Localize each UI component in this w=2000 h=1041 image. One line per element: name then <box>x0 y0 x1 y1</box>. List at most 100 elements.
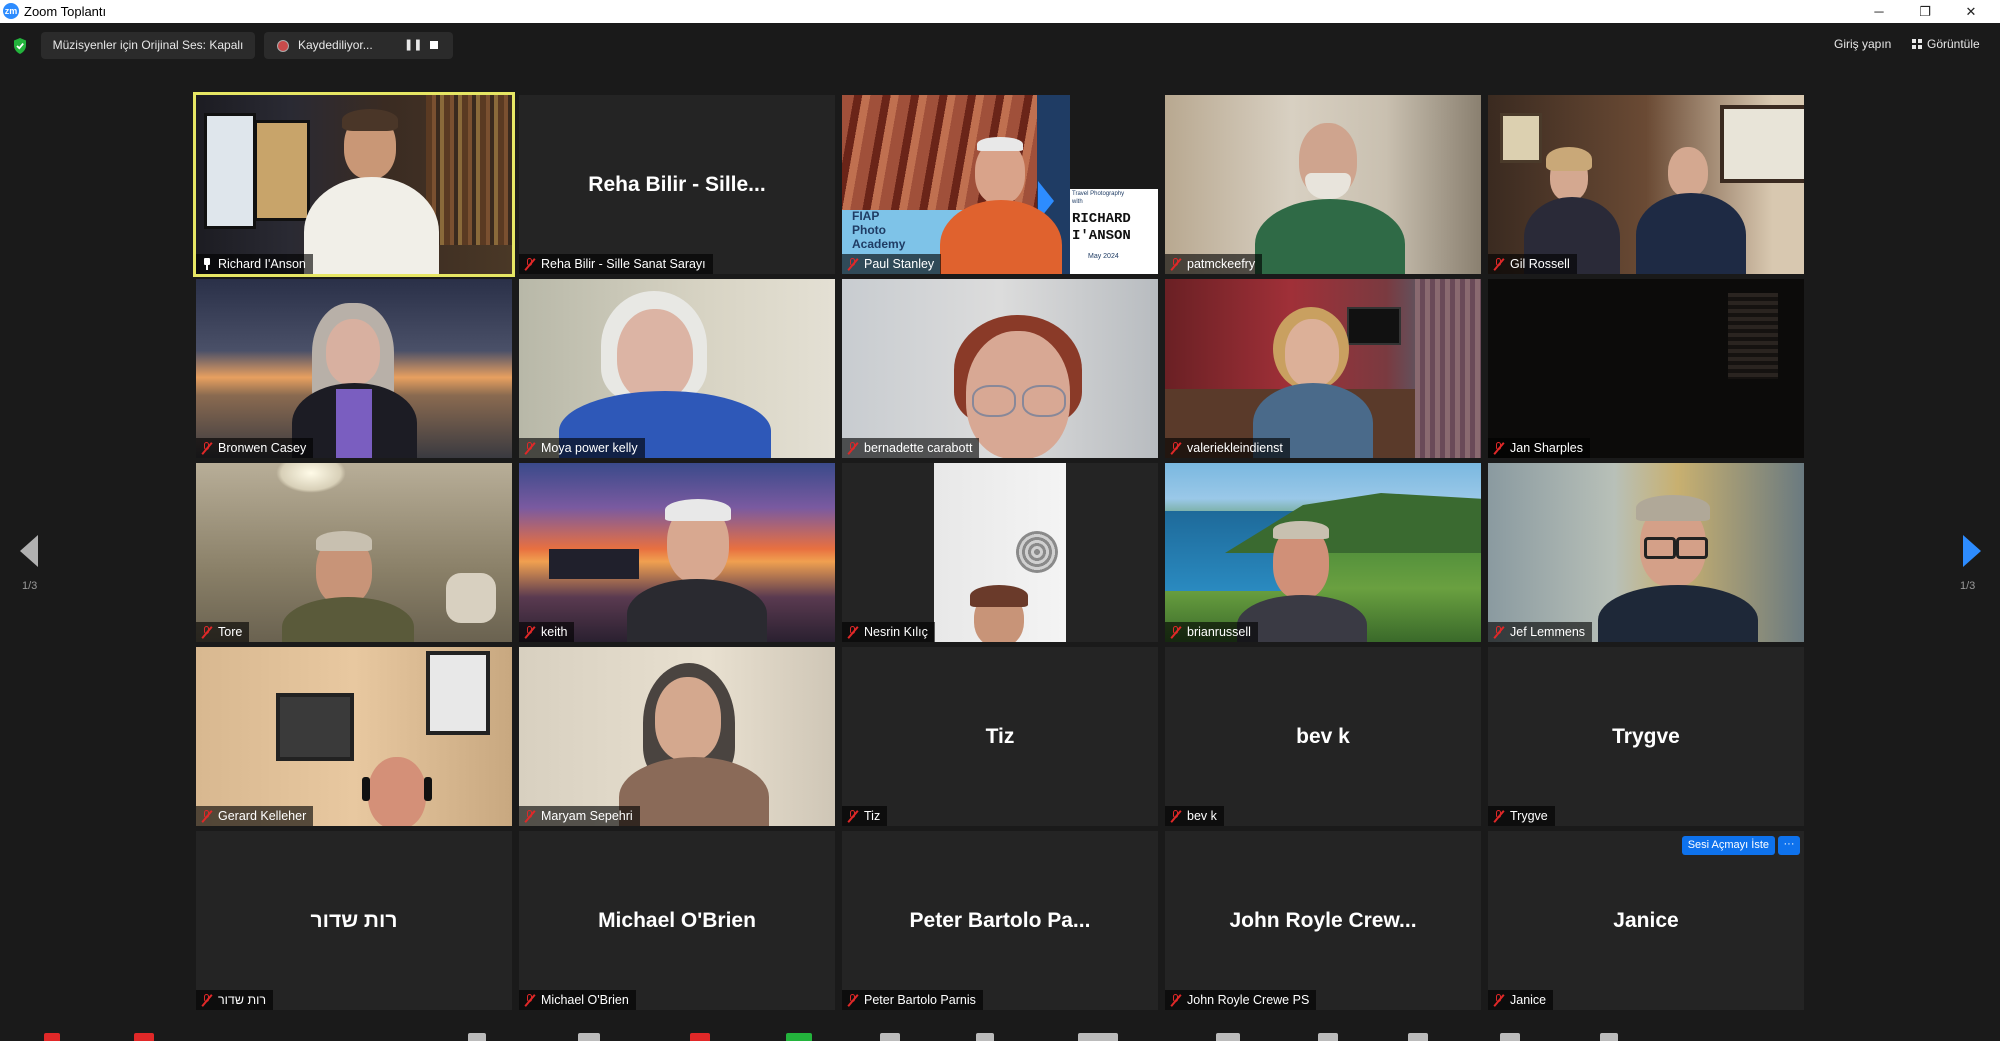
notes-icon[interactable] <box>1318 1033 1338 1041</box>
participant-video <box>519 463 835 642</box>
participant-display-name: bev k <box>1296 724 1350 748</box>
participant-name: Tore <box>218 625 243 639</box>
participant-name-tag: Nesrin Kılıç <box>842 622 935 642</box>
participant-tile[interactable]: Tiz Tiz <box>842 647 1158 826</box>
participant-tile[interactable]: Jan Sharples <box>1488 279 1804 458</box>
previous-page-arrow-icon[interactable] <box>20 535 38 567</box>
participant-name-tag: Janice <box>1488 990 1554 1010</box>
record-icon[interactable] <box>880 1033 900 1041</box>
pin-icon <box>202 258 212 270</box>
ask-to-unmute-button[interactable]: Sesi Açmayı İste <box>1681 836 1775 855</box>
original-audio-toggle[interactable]: Müzisyenler için Orijinal Ses: Kapalı <box>41 32 255 59</box>
participant-tile[interactable]: Maryam Sepehri <box>519 647 835 826</box>
participant-name-tag: Maryam Sepehri <box>519 806 640 826</box>
more-options-button[interactable]: ··· <box>1778 836 1800 855</box>
view-label: Görüntüle <box>1927 37 1980 51</box>
mic-muted-icon <box>847 626 859 638</box>
participant-tile[interactable]: Trygve Trygve <box>1488 647 1804 826</box>
participant-tile[interactable]: Peter Bartolo Pa... Peter Bartolo Parnis <box>842 831 1158 1010</box>
mic-muted-icon <box>1170 994 1182 1006</box>
participant-tile[interactable]: Gerard Kelleher <box>196 647 512 826</box>
participant-name: bev k <box>1187 809 1217 823</box>
whiteboards-icon[interactable] <box>1216 1033 1240 1041</box>
participant-name-tag: Paul Stanley <box>842 254 942 274</box>
slide-text: I'ANSON <box>1072 228 1131 244</box>
reactions-icon[interactable] <box>976 1033 994 1041</box>
ai-companion-icon[interactable] <box>1408 1033 1428 1041</box>
participants-icon[interactable] <box>578 1033 600 1041</box>
participant-tile[interactable]: Richard I'Anson <box>193 92 515 277</box>
more-icon[interactable] <box>1500 1033 1520 1041</box>
page-indicator-left: 1/3 <box>22 580 38 592</box>
participant-display-name: John Royle Crew... <box>1229 908 1417 932</box>
participant-tile[interactable]: John Royle Crew... John Royle Crewe PS <box>1165 831 1481 1010</box>
participant-name-tag: Trygve <box>1488 806 1555 826</box>
participant-name: brianrussell <box>1187 625 1251 639</box>
participant-tile[interactable]: patmckeefry <box>1165 95 1481 274</box>
mic-muted-icon <box>1170 626 1182 638</box>
participant-name: Michael O'Brien <box>541 993 629 1007</box>
mic-muted-icon <box>201 442 213 454</box>
share-screen-icon[interactable] <box>786 1033 812 1041</box>
mic-muted-icon <box>847 442 859 454</box>
next-page-arrow-icon[interactable] <box>1963 535 1981 567</box>
participant-tile[interactable]: רות שדור רות שדור <box>196 831 512 1010</box>
participant-video <box>196 279 512 458</box>
mic-muted-icon <box>524 258 536 270</box>
minimize-button[interactable]: ─ <box>1856 0 1902 23</box>
recording-dot-icon <box>277 40 289 52</box>
participant-tile[interactable]: Tore <box>196 463 512 642</box>
participant-tile[interactable]: bev k bev k <box>1165 647 1481 826</box>
mute-icon[interactable] <box>44 1033 60 1041</box>
restore-button[interactable]: ❐ <box>1902 0 1948 23</box>
stop-recording-icon[interactable] <box>430 41 438 49</box>
participant-name-tag: Gerard Kelleher <box>196 806 314 826</box>
mic-muted-icon <box>1493 258 1505 270</box>
participant-name: Gil Rossell <box>1510 257 1570 271</box>
participant-name: Gerard Kelleher <box>218 809 307 823</box>
participant-name: patmckeefry <box>1187 257 1256 271</box>
slide-text: May 2024 <box>1088 253 1119 260</box>
participant-tile[interactable]: Moya power kelly <box>519 279 835 458</box>
participant-tile[interactable]: Michael O'Brien Michael O'Brien <box>519 831 835 1010</box>
participant-tile[interactable]: valeriekleindienst <box>1165 279 1481 458</box>
participant-tile[interactable]: FIAP Photo Academy Travel Photography wi… <box>842 95 1158 274</box>
participant-name-tag: John Royle Crewe PS <box>1165 990 1317 1010</box>
participant-name: Jef Lemmens <box>1510 625 1586 639</box>
participant-video <box>1488 463 1804 642</box>
participant-video: FIAP Photo Academy Travel Photography wi… <box>842 95 1158 274</box>
apps-icon[interactable] <box>1078 1033 1118 1041</box>
start-video-icon[interactable] <box>134 1033 154 1041</box>
participant-tile[interactable]: brianrussell <box>1165 463 1481 642</box>
participant-name: Janice <box>1510 993 1547 1007</box>
view-button[interactable]: Görüntüle <box>1912 37 1980 51</box>
pause-recording-icon[interactable]: ❚❚ <box>404 32 422 59</box>
participant-name-tag: valeriekleindienst <box>1165 438 1290 458</box>
participant-name-tag: Reha Bilir - Sille Sanat Sarayı <box>519 254 713 274</box>
close-button[interactable]: ✕ <box>1948 0 1994 23</box>
sign-in-link[interactable]: Giriş yapın <box>1834 37 1891 51</box>
participant-tile[interactable]: Jef Lemmens <box>1488 463 1804 642</box>
participant-name-tag: Tore <box>196 622 250 642</box>
leave-icon[interactable] <box>1600 1033 1618 1041</box>
participant-video <box>1488 279 1804 458</box>
participant-tile[interactable]: Bronwen Casey <box>196 279 512 458</box>
participant-tile[interactable]: Nesrin Kılıç <box>842 463 1158 642</box>
mic-muted-icon <box>847 258 859 270</box>
participant-name: Trygve <box>1510 809 1548 823</box>
participant-tile[interactable]: bernadette carabott <box>842 279 1158 458</box>
participant-display-name: Trygve <box>1612 724 1680 748</box>
participant-name-tag: Jan Sharples <box>1488 438 1590 458</box>
participant-tile[interactable]: keith <box>519 463 835 642</box>
security-shield-icon[interactable] <box>12 37 28 55</box>
participant-tile[interactable]: Reha Bilir - Sille... Reha Bilir - Sille… <box>519 95 835 274</box>
participant-display-name: Janice <box>1613 908 1679 932</box>
slide-text: Photo <box>852 223 886 237</box>
recording-status: Kaydediliyor... <box>298 38 373 52</box>
chat-icon[interactable] <box>690 1033 710 1041</box>
participant-video <box>1165 95 1481 274</box>
participant-name: Paul Stanley <box>864 257 935 271</box>
participant-tile[interactable]: Gil Rossell <box>1488 95 1804 274</box>
security-icon[interactable] <box>468 1033 486 1041</box>
participant-tile[interactable]: Sesi Açmayı İste ··· Janice Janice <box>1488 831 1804 1010</box>
